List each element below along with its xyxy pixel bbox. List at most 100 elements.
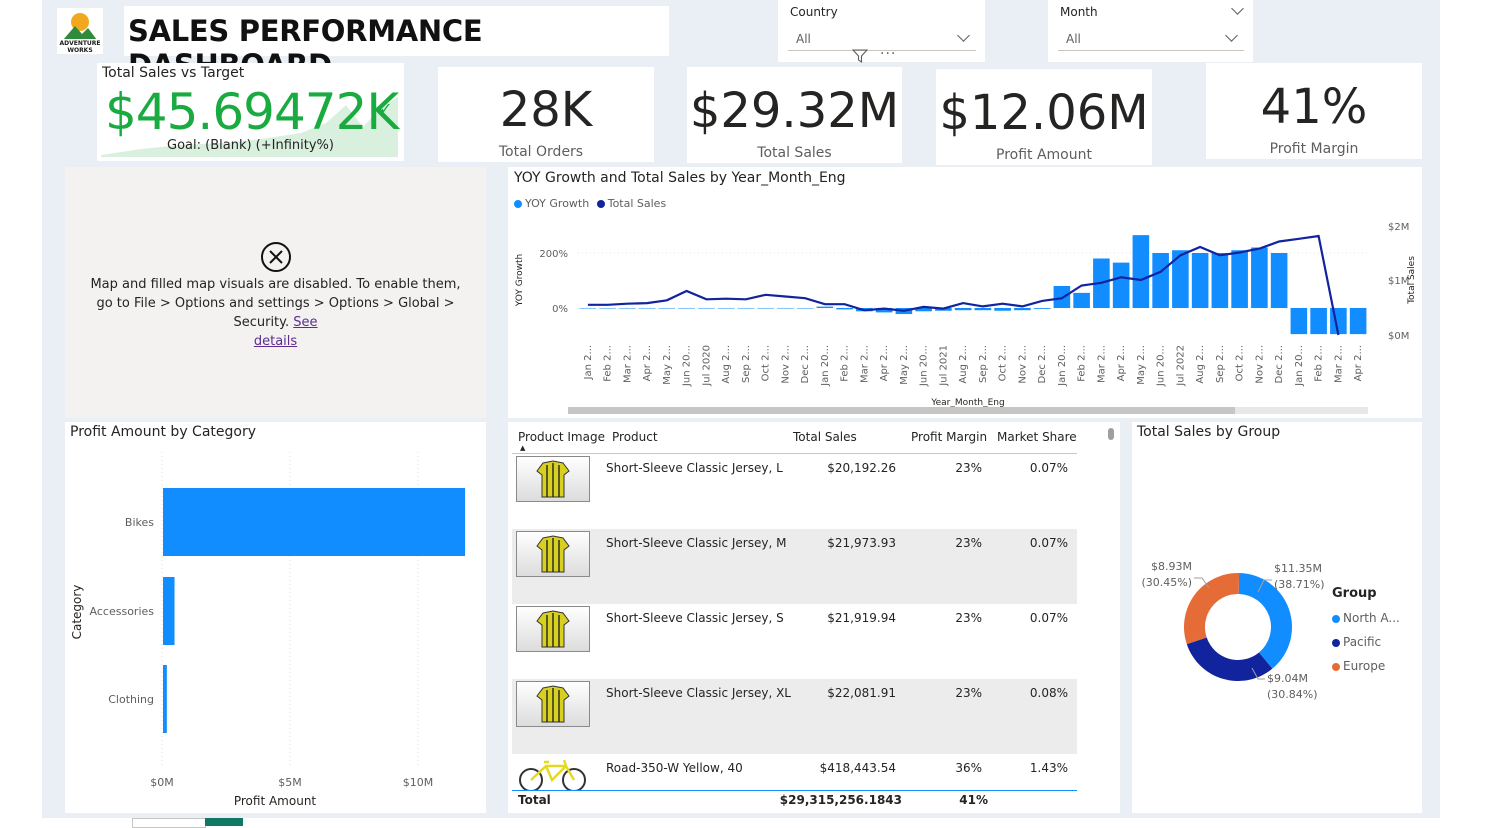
horizontal-scrollbar[interactable]	[568, 407, 1368, 414]
y-tick-label: Accessories	[90, 605, 155, 618]
yoy-bar	[816, 306, 834, 308]
product-image	[516, 681, 590, 727]
profit-by-category-chart[interactable]: Profit Amount by Category $0M $5M $10M Bike…	[65, 422, 486, 813]
table-row[interactable]: Road-350-W Yellow, 40 $418,443.54 36% 1.…	[512, 754, 1077, 790]
x-tick-label: Dec 2...	[1274, 345, 1285, 383]
yoy-bar	[619, 308, 636, 309]
table-row[interactable]: Short-Sleeve Classic Jersey, S $21,919.9…	[512, 604, 1077, 679]
month-slicer[interactable]: Month All	[1048, 0, 1253, 62]
product-table[interactable]: Product Image ▲ Product Total Sales Prof…	[508, 422, 1120, 813]
scrollbar-thumb[interactable]	[568, 407, 1235, 414]
chevron-down-icon[interactable]	[1231, 2, 1244, 15]
legend-item-europe[interactable]: Europe	[1332, 654, 1400, 678]
cell-profit-margin: 23%	[955, 536, 982, 550]
yoy-bar	[974, 308, 992, 311]
group-legend: Group North A... Pacific Europe	[1332, 582, 1400, 678]
yoy-bar	[737, 308, 755, 309]
product-image	[516, 456, 590, 502]
cell-total-sales: $20,192.26	[827, 461, 896, 475]
product-image	[516, 756, 590, 790]
x-tick-label: Oct 2...	[761, 345, 772, 381]
yoy-bar	[1290, 308, 1308, 335]
details-link[interactable]: details	[254, 334, 297, 349]
table-row[interactable]: Short-Sleeve Classic Jersey, L $20,192.2…	[512, 454, 1077, 529]
table-row[interactable]: Short-Sleeve Classic Jersey, M $21,973.9…	[512, 529, 1077, 604]
cell-market-share: 1.43%	[1029, 761, 1068, 775]
x-tick-label: Jul 2021	[938, 345, 949, 387]
kpi-total-sales-value: $29.32M	[689, 83, 900, 139]
vertical-scrollbar[interactable]	[1108, 428, 1114, 440]
x-tick-label: Aug 2...	[1195, 345, 1206, 384]
page-tab[interactable]	[132, 818, 206, 828]
page-tab-strip[interactable]	[132, 818, 292, 828]
yoy-bar	[579, 308, 597, 309]
x-tick-label: Mar 2...	[859, 345, 870, 383]
x-tick-label: Aug 2...	[958, 345, 969, 384]
group-legend-title: Group	[1332, 586, 1377, 601]
cell-profit-margin: 36%	[955, 761, 982, 775]
col-header-product-image[interactable]: Product Image	[518, 430, 605, 444]
x-tick-label: Jun 20...	[1156, 345, 1167, 387]
legend-item-pacific[interactable]: Pacific	[1332, 630, 1400, 654]
table-row[interactable]: Short-Sleeve Classic Jersey, XL $22,081.…	[512, 679, 1077, 754]
yoy-bar	[954, 308, 972, 311]
yoy-bar	[1310, 308, 1327, 335]
yoy-bar	[678, 308, 695, 309]
more-options-icon[interactable]: ···	[880, 46, 896, 62]
col-header-profit-margin[interactable]: Profit Margin	[911, 430, 987, 444]
col-header-market-share[interactable]: Market Share	[997, 430, 1077, 444]
x-tick-label: Apr 2...	[1353, 345, 1364, 381]
col-header-product[interactable]: Product	[612, 430, 658, 444]
cell-total-sales: $21,973.93	[827, 536, 896, 550]
cell-product: Short-Sleeve Classic Jersey, XL	[606, 686, 791, 700]
chevron-down-icon	[1225, 29, 1238, 42]
category-bar	[163, 665, 167, 733]
cell-market-share: 0.08%	[1029, 686, 1068, 700]
yoy-growth-chart[interactable]: YOY Growth and Total Sales by Year_Month…	[508, 167, 1422, 418]
month-slicer-label: Month	[1060, 5, 1098, 19]
kpi-profit-amount[interactable]: $12.06M Profit Amount	[936, 69, 1152, 165]
kpi-total-orders[interactable]: 28K Total Orders	[438, 67, 654, 162]
x-tick-label: Apr 2...	[879, 345, 890, 381]
month-value: All	[1066, 32, 1081, 46]
kpi-profit-amount-value: $12.06M	[939, 85, 1149, 141]
see-link[interactable]: See	[293, 315, 317, 330]
map-disabled-message: Map and filled map visuals are disabled.…	[85, 275, 466, 351]
page-tab-active[interactable]	[205, 818, 243, 826]
x-tick-label: Jan 20...	[1057, 345, 1068, 387]
total-divider	[512, 790, 1077, 791]
kpi-sales-vs-target[interactable]: Total Sales vs Target $45.69472K ✓ Goal:…	[97, 63, 404, 161]
x-tick-label: Jan 2...	[583, 345, 594, 381]
cell-product: Short-Sleeve Classic Jersey, M	[606, 536, 787, 550]
y-tick-label: Bikes	[125, 516, 154, 529]
kpi-target-value: $45.69472K	[105, 83, 399, 141]
country-value: All	[796, 32, 811, 46]
y-axis-title: YOY Growth	[515, 254, 525, 308]
y2-tick-label: $0M	[1388, 331, 1409, 342]
cell-product: Short-Sleeve Classic Jersey, S	[606, 611, 784, 625]
x-tick-label: Oct 2...	[1235, 345, 1246, 381]
kpi-profit-margin[interactable]: 41% Profit Margin	[1206, 63, 1422, 159]
month-dropdown[interactable]: All	[1058, 28, 1244, 51]
sort-arrow-icon: ▲	[520, 444, 526, 452]
x-tick-label: Sep 2...	[741, 345, 752, 383]
filter-icon[interactable]	[851, 48, 869, 64]
checkmark-icon: ✓	[379, 99, 393, 118]
kpi-total-sales[interactable]: $29.32M Total Sales	[687, 67, 902, 163]
sales-by-group-chart[interactable]: Total Sales by Group $11.35M (38.71%) $9.0…	[1132, 422, 1422, 813]
yoy-bar	[1231, 250, 1248, 308]
x-tick-label: Sep 2...	[1215, 345, 1226, 383]
close-circle-icon	[260, 241, 292, 277]
col-header-total-sales[interactable]: Total Sales	[793, 430, 857, 444]
kpi-target-label: Total Sales vs Target	[102, 65, 245, 81]
kpi-total-orders-value: 28K	[499, 82, 593, 138]
x-tick-label: Sep 2...	[978, 345, 989, 383]
cell-profit-margin: 23%	[955, 461, 982, 475]
kpi-profit-margin-value: 41%	[1260, 79, 1368, 135]
yoy-bar	[994, 308, 1011, 311]
map-placeholder: Map and filled map visuals are disabled.…	[65, 167, 486, 418]
x-tick-label: Nov 2...	[1017, 345, 1028, 384]
x-tick-label: Apr 2...	[642, 345, 653, 381]
legend-item-north-america[interactable]: North A...	[1332, 606, 1400, 630]
title-card: SALES PERFORMANCE DASHBOARD	[124, 6, 669, 82]
